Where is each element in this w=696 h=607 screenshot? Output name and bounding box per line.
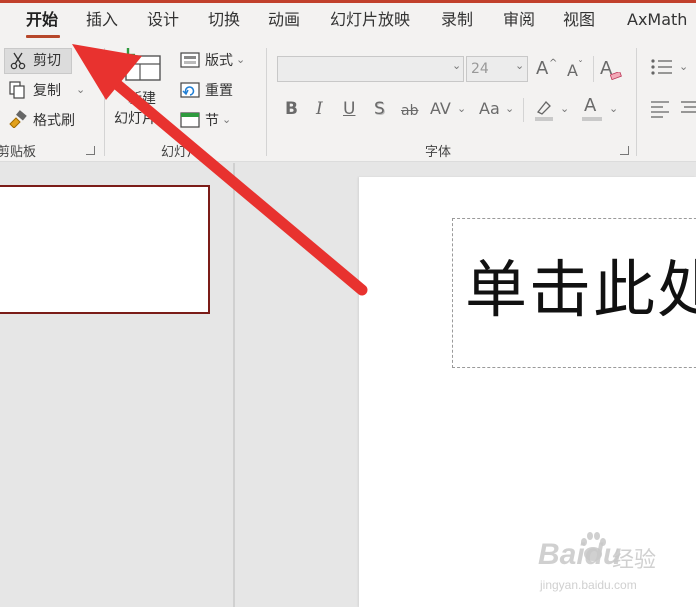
tab-insert[interactable]: 插入 <box>86 9 118 31</box>
shrink-font-caret-icon: ˇ <box>578 60 583 71</box>
font-name-box[interactable] <box>277 56 464 82</box>
watermark-brand-cn: 经验 <box>612 547 657 572</box>
italic-button[interactable]: I <box>316 99 323 119</box>
cut-label: 剪切 <box>33 53 61 69</box>
tab-design[interactable]: 设计 <box>147 9 179 31</box>
underline-button[interactable]: U <box>343 99 355 119</box>
clipboard-launcher-icon[interactable] <box>86 146 95 155</box>
font-size-value: 24 <box>471 61 489 77</box>
powerpoint-window: 开始 插入 设计 切换 动画 幻灯片放映 录制 审阅 视图 AxMath 剪切 … <box>0 0 696 607</box>
new-slide-label-line2[interactable]: 幻灯片 <box>114 110 156 128</box>
font-launcher-icon[interactable] <box>620 146 629 155</box>
bold-button[interactable]: B <box>285 99 298 119</box>
section-button[interactable]: 节 <box>205 112 219 130</box>
inline-separator <box>523 98 524 122</box>
format-painter-button[interactable]: 格式刷 <box>33 112 75 130</box>
font-color-swatch <box>582 117 602 121</box>
bullets-icon[interactable] <box>650 58 674 76</box>
watermark-url: jingyan.baidu.com <box>540 578 637 592</box>
slide-thumbnail-1[interactable] <box>0 185 210 314</box>
layout-button[interactable]: 版式 <box>205 52 233 70</box>
layout-icon <box>180 52 200 68</box>
bullets-chevron-icon[interactable]: ⌄ <box>679 60 688 73</box>
shadow-button[interactable]: S <box>374 99 385 119</box>
char-spacing-chevron-icon[interactable]: ⌄ <box>457 102 466 115</box>
change-case-button[interactable]: Aa <box>479 99 500 119</box>
new-slide-label-line1: 新建 <box>128 91 156 107</box>
font-size-chevron-icon[interactable]: ⌄ <box>515 59 524 72</box>
active-tab-indicator <box>26 35 60 38</box>
new-slide-icon[interactable] <box>118 48 164 84</box>
clipboard-group-label: 剪贴板 <box>0 145 37 160</box>
font-color-chevron-icon[interactable]: ⌄ <box>609 102 618 115</box>
eraser-icon <box>610 72 622 80</box>
shrink-font-button[interactable]: A <box>567 61 578 81</box>
tab-home[interactable]: 开始 <box>26 9 58 31</box>
section-chevron-icon[interactable]: ⌄ <box>222 113 231 126</box>
strikethrough-button[interactable]: ab <box>401 101 418 121</box>
highlighter-icon[interactable] <box>534 98 554 122</box>
grow-font-button[interactable]: A <box>536 59 548 79</box>
inline-separator <box>593 56 594 82</box>
ribbon: 剪切 复制 ⌄ 格式刷 剪贴板 新建 幻灯片 版式 ⌄ 重置 节 ⌄ 幻灯片 ⌄… <box>0 40 696 162</box>
section-icon <box>180 112 200 128</box>
title-placeholder-text: 单击此处 <box>465 253 696 326</box>
group-separator <box>636 48 637 156</box>
font-name-chevron-icon[interactable]: ⌄ <box>452 59 461 72</box>
tab-animations[interactable]: 动画 <box>268 9 300 31</box>
slides-group-label: 幻灯片 <box>161 145 201 160</box>
tab-record[interactable]: 录制 <box>441 9 473 31</box>
copy-dropdown-chevron-icon[interactable]: ⌄ <box>76 83 85 96</box>
grow-font-caret-icon: ^ <box>549 58 558 69</box>
reset-button[interactable]: 重置 <box>205 82 233 100</box>
baidu-paw-icon <box>581 532 606 561</box>
change-case-chevron-icon[interactable]: ⌄ <box>505 102 514 115</box>
highlighter-chevron-icon[interactable]: ⌄ <box>560 102 569 115</box>
pane-splitter[interactable] <box>233 163 235 607</box>
align-left-icon[interactable] <box>650 100 670 118</box>
tab-slideshow[interactable]: 幻灯片放映 <box>330 9 410 31</box>
copy-button[interactable]: 复制 <box>33 82 61 100</box>
font-color-button[interactable]: A <box>584 96 596 116</box>
scissors-icon <box>10 52 26 70</box>
tab-view[interactable]: 视图 <box>563 9 595 31</box>
format-painter-icon <box>9 110 27 128</box>
copy-icon <box>9 81 25 99</box>
reset-icon <box>180 82 200 98</box>
layout-chevron-icon[interactable]: ⌄ <box>236 53 245 66</box>
ribbon-tab-bar: 开始 插入 设计 切换 动画 幻灯片放映 录制 审阅 视图 AxMath <box>0 3 696 40</box>
tab-review[interactable]: 审阅 <box>503 9 535 31</box>
group-separator <box>104 48 105 156</box>
group-separator <box>266 48 267 156</box>
char-spacing-button[interactable]: AV <box>430 99 451 119</box>
tab-transitions[interactable]: 切换 <box>208 9 240 31</box>
align-center-icon[interactable] <box>680 100 696 118</box>
tab-axmath[interactable]: AxMath <box>627 9 687 31</box>
font-group-label: 字体 <box>425 145 452 160</box>
